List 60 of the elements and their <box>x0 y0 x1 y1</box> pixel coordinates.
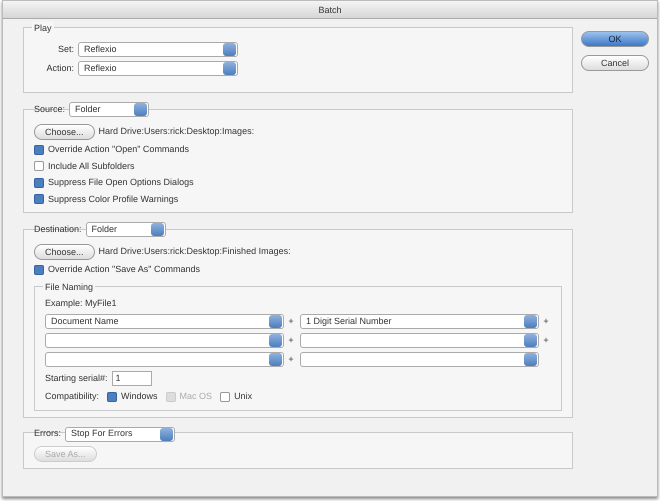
dropdown[interactable]: Reflexio <box>78 61 238 76</box>
checkbox-label: Override Action "Save As" Commands <box>48 263 200 276</box>
folder-path: Hard Drive:Users:rick:Desktop:Finished Images: <box>98 245 291 258</box>
dropdown[interactable] <box>45 333 284 348</box>
stepper-icon <box>160 428 173 440</box>
field-label: Compatibility: <box>45 390 100 403</box>
plus-sign: + <box>543 334 550 347</box>
section-label: Source: <box>34 102 66 116</box>
group-title: Play <box>32 22 54 36</box>
checkbox[interactable] <box>34 144 44 155</box>
stepper-icon <box>524 353 538 366</box>
window-title: Batch <box>3 1 657 19</box>
dropdown[interactable]: Document Name <box>45 314 284 329</box>
serial-field[interactable]: 1 <box>112 371 152 386</box>
dialog-button[interactable]: OK <box>581 31 649 47</box>
choose-button[interactable]: Choose... <box>34 124 95 140</box>
stepper-icon <box>223 43 236 56</box>
checkbox-label: Unix <box>234 390 252 403</box>
stepper-icon <box>524 334 538 347</box>
dropdown[interactable]: 1 Digit Serial Number <box>300 314 540 329</box>
field-label: Action: <box>45 62 74 75</box>
dropdown[interactable]: Folder <box>69 102 150 117</box>
group-title: File Naming <box>43 280 96 294</box>
example-text: Example: MyFile1 <box>45 296 118 310</box>
folder-path: Hard Drive:Users:rick:Desktop:Images: <box>98 125 254 138</box>
checkbox-label: Windows <box>121 390 158 403</box>
checkbox-label: Mac OS <box>180 390 212 403</box>
checkbox[interactable] <box>34 264 44 275</box>
checkbox-label: Suppress Color Profile Warnings <box>48 192 178 206</box>
plus-sign: + <box>288 314 295 328</box>
checkbox[interactable] <box>34 161 44 172</box>
dropdown[interactable] <box>300 352 540 367</box>
dialog-button[interactable]: Cancel <box>581 55 649 71</box>
stepper-icon <box>223 62 236 75</box>
field-label: Starting serial#: <box>45 372 108 385</box>
checkbox[interactable] <box>34 194 44 204</box>
section-label: Errors: <box>34 427 61 440</box>
field-label: Set: <box>56 42 74 56</box>
checkbox[interactable] <box>34 178 44 188</box>
checkbox-label: Override Action "Open" Commands <box>48 143 189 156</box>
dropdown[interactable]: Stop For Errors <box>65 426 175 442</box>
checkbox[interactable] <box>107 392 118 402</box>
stepper-icon <box>269 353 282 366</box>
stepper-icon <box>134 103 148 116</box>
checkbox-label: Include All Subfolders <box>48 160 135 172</box>
plus-sign: + <box>288 352 295 366</box>
stepper-icon <box>150 223 164 236</box>
section-label: Destination: <box>34 222 82 236</box>
dropdown[interactable] <box>45 352 284 367</box>
dropdown[interactable]: Reflexio <box>78 42 238 57</box>
stepper-icon <box>269 315 282 328</box>
dropdown[interactable] <box>300 333 540 348</box>
plus-sign: + <box>288 334 295 347</box>
stepper-icon <box>524 315 538 328</box>
dropdown[interactable]: Folder <box>86 222 166 237</box>
checkbox[interactable] <box>220 392 230 402</box>
stepper-icon <box>269 334 282 347</box>
plus-sign: + <box>543 314 550 328</box>
checkbox-label: Suppress File Open Options Dialogs <box>48 176 194 189</box>
choose-button[interactable]: Choose... <box>34 244 95 260</box>
